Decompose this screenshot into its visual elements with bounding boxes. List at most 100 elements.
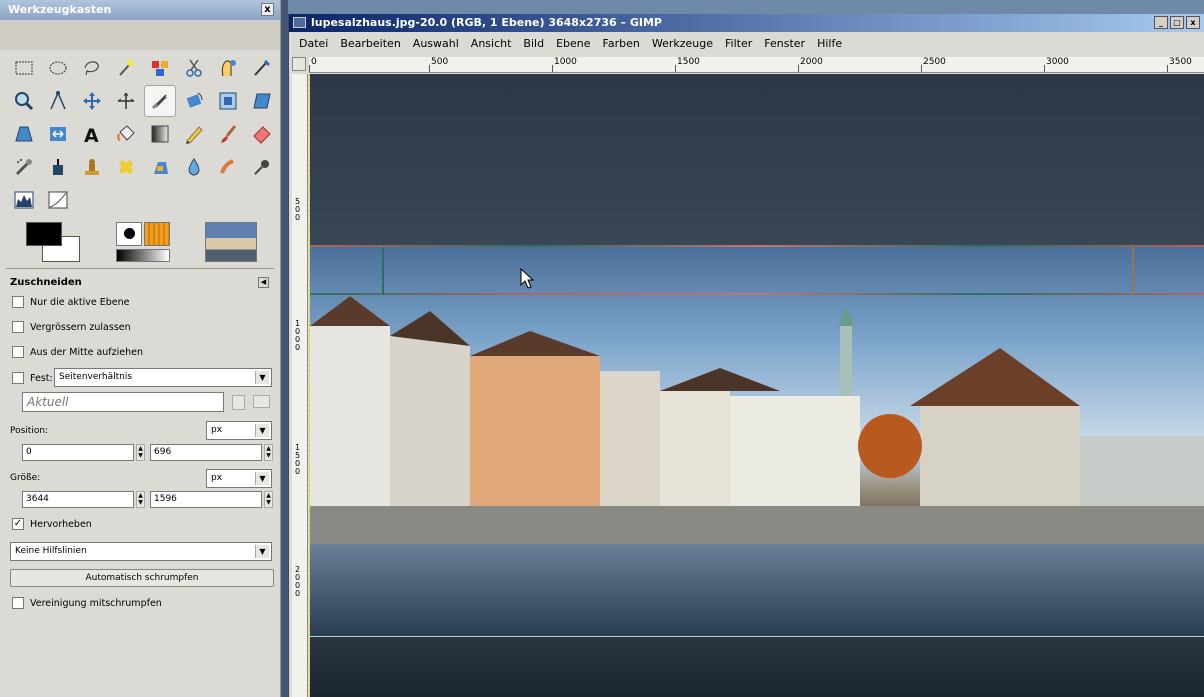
crop-right-handle[interactable] xyxy=(1132,247,1134,295)
text-tool-icon[interactable]: A xyxy=(76,118,108,150)
dodge-burn-icon[interactable] xyxy=(246,151,278,183)
bucket-fill-icon[interactable] xyxy=(110,118,142,150)
ellipse-select-icon[interactable] xyxy=(42,52,74,84)
paintbrush-icon[interactable] xyxy=(212,118,244,150)
measure-icon[interactable] xyxy=(42,85,74,117)
pencil-icon[interactable] xyxy=(178,118,210,150)
ruler-corner-button[interactable] xyxy=(292,57,306,71)
position-x-spinner[interactable]: ▲ ▼ xyxy=(136,444,145,461)
shrink-merged-option[interactable]: Vereinigung mitschrumpfen xyxy=(12,597,162,609)
brush-preview[interactable] xyxy=(116,222,142,246)
active-image-thumbnail[interactable] xyxy=(205,222,257,262)
crop-top-line[interactable] xyxy=(310,245,1204,247)
current-layer-only-checkbox[interactable] xyxy=(12,296,24,308)
ruler-vertical[interactable]: 500 1000 1500 2000 xyxy=(292,74,308,697)
highlight-option[interactable]: ✓ Hervorheben xyxy=(12,518,92,530)
auto-shrink-button[interactable]: Automatisch schrumpfen xyxy=(10,569,274,587)
heal-icon[interactable] xyxy=(110,151,142,183)
position-x-input[interactable]: 0 xyxy=(22,444,134,461)
menu-ebene[interactable]: Ebene xyxy=(550,37,596,50)
ruler-label: 500 xyxy=(295,197,301,222)
allow-growing-checkbox[interactable] xyxy=(12,321,24,333)
zoom-icon[interactable] xyxy=(8,85,40,117)
maximize-button[interactable]: □ xyxy=(1170,16,1184,29)
position-y-input[interactable]: 696 xyxy=(150,444,262,461)
lasso-icon[interactable] xyxy=(76,52,108,84)
gradient-preview[interactable] xyxy=(116,249,170,262)
paths-icon[interactable] xyxy=(246,52,278,84)
smudge-icon[interactable] xyxy=(212,151,244,183)
close-button[interactable]: x xyxy=(1186,16,1200,29)
perspective-icon[interactable] xyxy=(8,118,40,150)
ruler-tick xyxy=(1167,65,1168,72)
size-width-input[interactable]: 3644 xyxy=(22,491,134,508)
foreground-select-icon[interactable] xyxy=(212,52,244,84)
toolbox-titlebar[interactable]: Werkzeugkasten x xyxy=(0,0,280,20)
foreground-color-swatch[interactable] xyxy=(26,222,62,246)
menu-ansicht[interactable]: Ansicht xyxy=(465,37,518,50)
expand-from-center-checkbox[interactable] xyxy=(12,346,24,358)
shrink-merged-checkbox[interactable] xyxy=(12,597,24,609)
curves-icon[interactable] xyxy=(42,184,74,216)
menu-hilfe[interactable]: Hilfe xyxy=(811,37,848,50)
image-window-titlebar[interactable]: lupesalzhaus.jpg-20.0 (RGB, 1 Ebene) 364… xyxy=(289,14,1204,32)
blend-icon[interactable] xyxy=(144,118,176,150)
menu-datei[interactable]: Datei xyxy=(293,37,334,50)
fixed-checkbox[interactable] xyxy=(12,372,24,384)
scale-icon[interactable] xyxy=(212,85,244,117)
allow-growing-option[interactable]: Vergrössern zulassen xyxy=(12,321,131,333)
guides-select[interactable]: Keine Hilfslinien ▼ xyxy=(10,542,272,561)
options-menu-button[interactable]: ◀ xyxy=(258,277,269,288)
minimize-button[interactable]: _ xyxy=(1154,16,1168,29)
toolbox-close-button[interactable]: x xyxy=(261,3,274,16)
clone-stamp-icon[interactable] xyxy=(76,151,108,183)
image-canvas[interactable] xyxy=(309,74,1204,697)
rect-select-icon[interactable] xyxy=(8,52,40,84)
size-height-input[interactable]: 1596 xyxy=(150,491,262,508)
menu-bearbeiten[interactable]: Bearbeiten xyxy=(334,37,406,50)
menu-auswahl[interactable]: Auswahl xyxy=(407,37,465,50)
size-unit-select[interactable]: px ▼ xyxy=(206,469,272,488)
fixed-mode-select[interactable]: Seitenverhältnis ▼ xyxy=(54,368,272,387)
airbrush-icon[interactable] xyxy=(8,151,40,183)
position-y-spinner[interactable]: ▲ ▼ xyxy=(264,444,273,461)
fg-bg-color-selector[interactable] xyxy=(26,222,82,264)
ink-icon[interactable] xyxy=(42,151,74,183)
expand-from-center-option[interactable]: Aus der Mitte aufziehen xyxy=(12,346,143,358)
menu-filter[interactable]: Filter xyxy=(719,37,758,50)
color-select-icon[interactable] xyxy=(144,52,176,84)
chevron-down-icon: ▼ xyxy=(255,371,269,384)
current-layer-only-option[interactable]: Nur die aktive Ebene xyxy=(12,296,130,308)
aspect-clear-button[interactable] xyxy=(232,395,245,410)
flip-icon[interactable] xyxy=(42,118,74,150)
fuzzy-select-icon[interactable] xyxy=(110,52,142,84)
crop-left-handle[interactable] xyxy=(382,247,384,295)
shear-icon[interactable] xyxy=(246,85,278,117)
position-unit-select[interactable]: px ▼ xyxy=(206,421,272,440)
highlight-checkbox[interactable]: ✓ xyxy=(12,518,24,530)
rotate-icon[interactable] xyxy=(178,85,210,117)
size-height-spinner[interactable]: ▲ ▼ xyxy=(264,491,273,508)
blur-icon[interactable] xyxy=(178,151,210,183)
perspective-clone-icon[interactable] xyxy=(144,151,176,183)
pattern-preview[interactable] xyxy=(144,222,170,246)
aspect-value-input[interactable]: Aktuell xyxy=(22,392,224,412)
aspect-orientation-button[interactable] xyxy=(253,395,270,408)
fixed-option[interactable]: Fest: xyxy=(12,372,53,384)
size-width-spinner[interactable]: ▲ ▼ xyxy=(136,491,145,508)
crop-tool-icon[interactable] xyxy=(144,85,176,117)
menu-werkzeuge[interactable]: Werkzeuge xyxy=(646,37,719,50)
menu-farben[interactable]: Farben xyxy=(597,37,646,50)
scissors-icon[interactable] xyxy=(178,52,210,84)
gimp-app-icon xyxy=(293,17,306,28)
ruler-horizontal[interactable]: 0 500 1000 1500 2000 2500 3000 3500 xyxy=(309,57,1204,73)
align-icon[interactable] xyxy=(110,85,142,117)
menu-fenster[interactable]: Fenster xyxy=(758,37,811,50)
menu-bild[interactable]: Bild xyxy=(517,37,550,50)
divider xyxy=(6,268,274,269)
eraser-icon[interactable] xyxy=(246,118,278,150)
tool-options-title: Zuschneiden xyxy=(10,277,82,288)
crop-mid-line[interactable] xyxy=(310,293,1204,295)
move-icon[interactable] xyxy=(76,85,108,117)
levels-icon[interactable] xyxy=(8,184,40,216)
